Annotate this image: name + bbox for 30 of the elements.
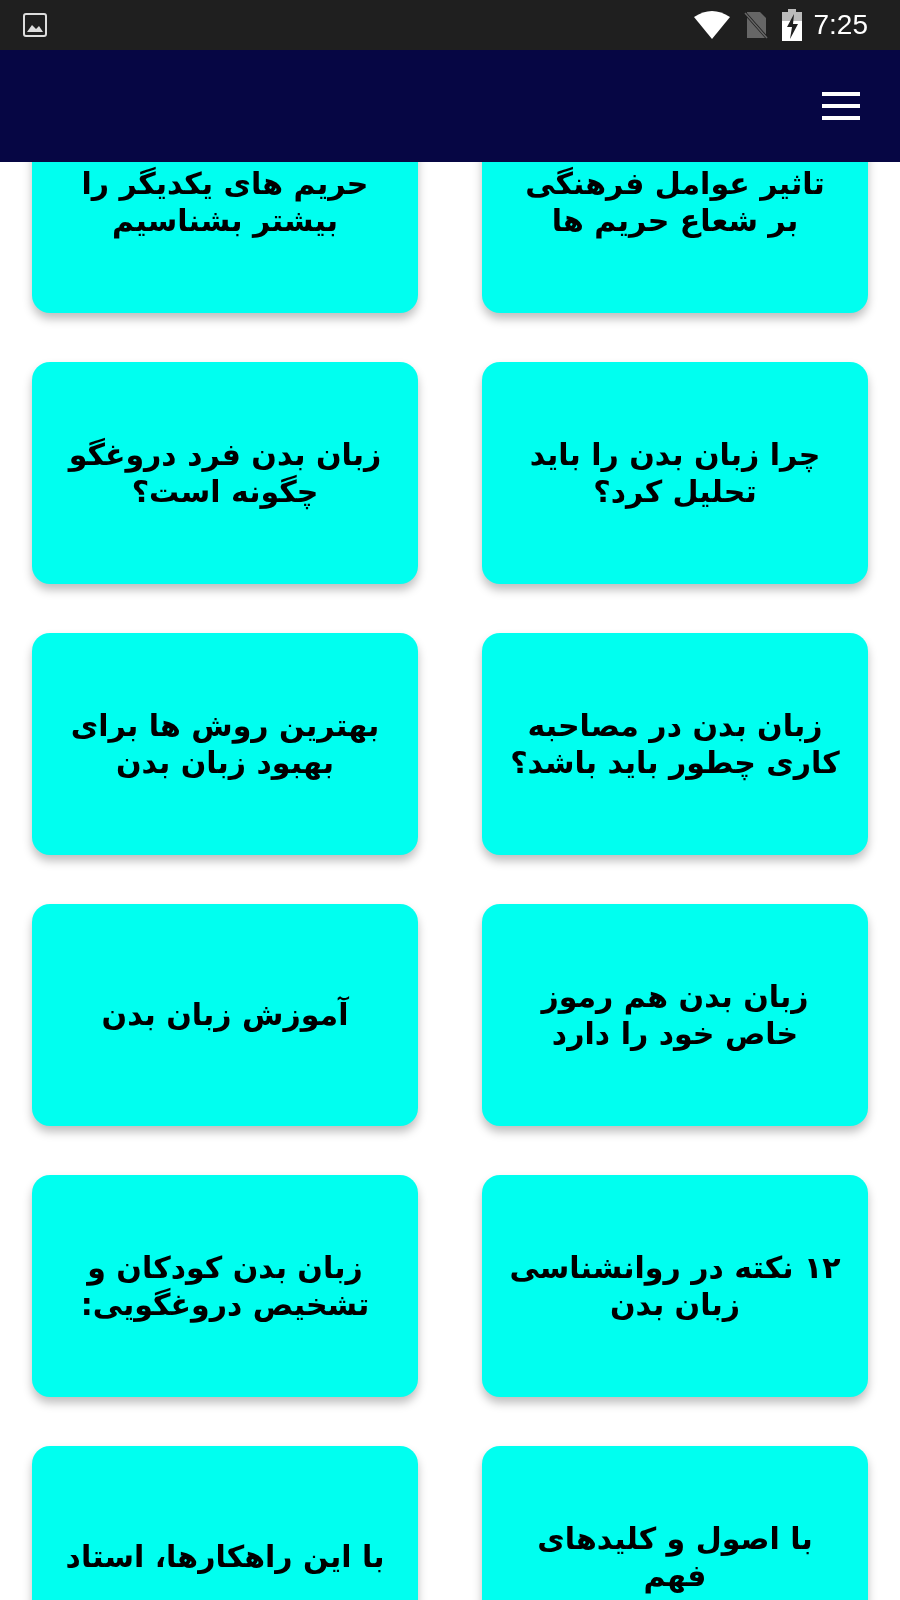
topic-card[interactable]: ۱۲ نکته در روانشناسی زبان بدن	[482, 1175, 868, 1397]
topic-card[interactable]: تاثیر عوامل فرهنگی بر شعاع حریم ها	[482, 162, 868, 313]
no-sim-icon	[743, 11, 768, 39]
card-title: حریم های یکدیگر را بیشتر بشناسیم	[80, 164, 370, 240]
wifi-icon	[693, 11, 730, 39]
topic-card[interactable]: زبان بدن کودکان و تشخیص دروغگویی:	[32, 1175, 418, 1397]
card-title: آموزش زبان بدن	[101, 996, 349, 1034]
card-title: با این راهکارها، استاد	[65, 1538, 385, 1576]
topic-card[interactable]: حریم های یکدیگر را بیشتر بشناسیم	[32, 162, 418, 313]
topic-card[interactable]: با این راهکارها، استاد	[32, 1446, 418, 1600]
menu-icon[interactable]	[822, 92, 860, 120]
image-icon	[22, 12, 48, 38]
topic-card[interactable]: آموزش زبان بدن	[32, 904, 418, 1126]
topic-card[interactable]: چرا زبان بدن را باید تحلیل کرد؟	[482, 362, 868, 584]
topic-card[interactable]: زبان بدن در مصاحبه کاری چطور باید باشد؟	[482, 633, 868, 855]
topic-card[interactable]: با اصول و کلیدهای فهم	[482, 1446, 868, 1600]
card-title: چرا زبان بدن را باید تحلیل کرد؟	[528, 435, 822, 511]
card-title: بهترین روش ها برای بهبود زبان بدن	[69, 706, 381, 782]
status-time: 7:25	[813, 9, 868, 41]
card-title: زبان بدن هم رموز خاص خود را دارد	[539, 977, 810, 1053]
battery-charging-icon	[781, 9, 802, 41]
topic-card[interactable]: بهترین روش ها برای بهبود زبان بدن	[32, 633, 418, 855]
card-title: تاثیر عوامل فرهنگی بر شعاع حریم ها	[524, 164, 826, 240]
card-title: ۱۲ نکته در روانشناسی زبان بدن	[508, 1248, 842, 1324]
topic-card[interactable]: زبان بدن فرد دروغگو چگونه است؟	[32, 362, 418, 584]
topic-card[interactable]: زبان بدن هم رموز خاص خود را دارد	[482, 904, 868, 1126]
card-title: زبان بدن در مصاحبه کاری چطور باید باشد؟	[509, 706, 841, 782]
card-title: با اصول و کلیدهای فهم	[536, 1519, 814, 1595]
card-title: زبان بدن فرد دروغگو چگونه است؟	[66, 435, 383, 511]
card-title: زبان بدن کودکان و تشخیص دروغگویی:	[79, 1248, 371, 1324]
